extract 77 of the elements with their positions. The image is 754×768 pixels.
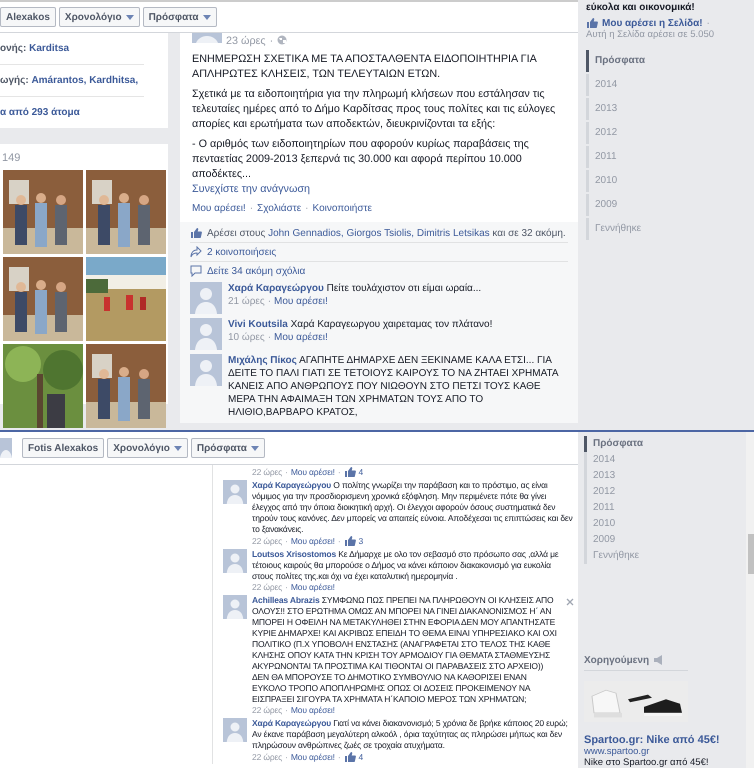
comment-time: 22 ώρες: [252, 705, 282, 716]
shares-link[interactable]: 2 κοινοποιήσεις: [207, 246, 276, 258]
separator: ·: [338, 466, 340, 478]
page-likes-text: Αυτή η Σελίδα αρέσει σε 5.050: [586, 29, 716, 40]
separator: ·: [285, 752, 288, 762]
comment-text: Loutsos Xrisostomos Κε Δήμαρχε με ολο τον σεβασμό στο πρόσωπο σας ,αλλά με τέτοιους καιρούς θα μπορούσε ο Δήμος να κάνει κάποιον διακακονισμό για ευκολία στους πολίτες της.και όχι να έχει καταλυτική ημερομηνία .: [252, 549, 560, 582]
separator: ·: [305, 203, 309, 214]
like-link[interactable]: Μου αρέσει!: [290, 705, 335, 716]
separator: ·: [285, 536, 288, 546]
comment-text: Achilleas Abrazis ΣΥΜΦΩΝΩ ΠΩΣ ΠΡΕΠΕΙ ΝΑ ΠΛΗΡΩΘΟΥΝ ΟΙ ΚΛΗΣΕΙΣ ΑΠΟ ΟΛΟΥΣ!! ΣΤΟ ΕΡΩΤΗΜΑ ΟΜΩΣ ΑΝ ΜΠΟΡΕΙ ΝΑ ΓΙΝΕΙ ΔΙΑΚΑΝΟΝΙΣΜΟΣ Η΄ ΑΝ ΜΠΟΡΕΙ Η ΟΦΕΙΛΗ ΝΑ ΜΕΤΑΚΥΛΗΘΕΙ ΣΤΗΝ ΕΦΟΡΙΑ ΔΕΝ ΜΟΥ ΑΠΑΝΤΗΣΑΤΕ ΚΥΡΙΕ ΔΗΜΑΡΧΕ! ΚΑΙ ΑΚΡΙΒΩΣ ΕΠΕΙΔΗ ΤΟ ΘΕΜΑ ΕΙΝΑΙ ΥΠΗΡΕΣΙΑΚΟ ΚΑΙ ΟΧΙ ΠΟΛΙΤΙΚΟ (Π.Χ ΥΠΟΒΟΛΗ ΕΝΣΤΑΣΗΣ (ΑΝΑΓΡΑΦΕΤΑΙ ΣΤΟ ΤΕΛΟΣ ΤΗΣ ΚΑΘΕ ΚΛΗΣΗΣ ΟΠΟΥ ΚΑΤΑ ΤΗΝ ΚΡΙΣΗ ΤΟΥ ΑΡΜΟΔΙΟΥ ΓΙΑ ΘΕΜΑΤΑ ΣΤΑΘΜΕΥΣΗΣ ΑΚΥΡΩΝΟΝΤΑΙ ΤΑ ΠΡΟΣΤΙΜΑ ΚΑΙ ΤΙΘΟΝΤΑΙ ΟΙ ΠΑΡΑΒΑΣΕΙΣ ΣΤΟ ΑΡΧΕΙΟ)) ΔΕΝ ΘΑ ΜΠΟΡΟΥΣΕ ΤΟ ΔΗΜΟΤΙΚΟ ΣΥΜΒΟΥΛΙΟ ΝΑ ΚΑΘΟΡΙΣΕΙ ΕΝΑΝ ΕΥΚΟΛΟ ΤΡΟΠΟ ΑΠΟΠΛΗΡΩΜΗΣ ΟΠΩΣ ΟΙ ΔΟΣΕΙΣ ΠΡΟΚΕΙΜΕΝΟΥ ΝΑ ΕΙΣΠΡΑΞΕΙ ΣΙΓΟΥΡΑ ΤΑ ΧΡΗΜΑΤΑ Η΄ΚΑΠΟΙΟ ΜΕΡΟΣ ΤΩΝ ΧΡΗΜΑΤΩΝ;: [252, 595, 558, 705]
likes-text: Αρέσει στους John Gennadios, Giorgos Tsiolis, Dimitris Letsikas και σε 32 ακόμη.: [207, 228, 566, 238]
dropdown-button[interactable]: Πρόσφατα: [190, 438, 265, 458]
comment-text: Χαρά Καραγεώργου Πείτε τουλάχιστον οτι είμαι ωραία...: [228, 282, 482, 295]
comment-time: 22 ώρες: [252, 536, 282, 546]
like-link[interactable]: Μου αρέσει!: [290, 536, 335, 546]
author-link[interactable]: Χαρά Καραγεώργου: [252, 480, 332, 490]
more-comments-link[interactable]: Δείτε 34 ακόμη σχόλια: [207, 266, 306, 276]
comment-time: 22 ώρες: [252, 582, 282, 593]
about-link[interactable]: α από 293 άτομα: [0, 107, 80, 118]
post-text: - Ο αριθμός των ειδοποιητηρίων που αφορούν κυρίως παραβάσεις της πενταετίας 2009-2013 ξεπερνά τις 30.000 και αφορά περίπου 10.000 αποδέκτες...: [192, 137, 530, 182]
ad-title-link[interactable]: Spartoo.gr: Nike από 45€!: [584, 734, 746, 746]
comment-time: 22 ώρες: [252, 466, 282, 478]
dropdown-button[interactable]: Πρόσφατα: [142, 7, 217, 27]
action-link[interactable]: Μου αρέσει!: [192, 203, 246, 214]
separator: ·: [270, 35, 274, 47]
comment-text: Χαρά Καραγεώργου Γιατί να κάνει διακανονισμό; 5 χρόνια δε βρήκε κάποιος 20 ευρώ; Αν έκανε παράβαση μεγαλύτερη αλκοόλ , όρια ταχύτητας ας πληρώσει μήπως και δεν πληρώσουν ανθρώπινες ζωές σε τροχαία ατυχήματα.: [252, 718, 569, 751]
author-link[interactable]: Vivi Koutsila: [228, 319, 288, 330]
like-link[interactable]: Μου αρέσει!: [290, 752, 335, 762]
comment-text: Χαρά Καραγεώργου Ο πολίτης γνωρίζει την παράβαση και το πρόστιμο, ας είναι νόμιμος για την προσδιορισμενη χρονικά εξόφληση. Μην περιμένετε πότε θα γίνει έλεγχος από την όποια διοικητική αρχή. Οι έλεγχοι αφορούν όσους συστηματικά δεν τηρούν τους κανόνες. Δεν μπορείς να απαιτείς εύνοια. Αποδέχεσαι τις επιπτώσεις και δεν το ξανακάνεις.: [252, 480, 574, 535]
profile-name-button[interactable]: Alexakos: [0, 7, 56, 27]
author-link[interactable]: Μιχάλης Πίκος: [228, 355, 297, 366]
post-text: Σχετικά με τα ειδοποιητήρια για την πληρωμή κλήσεων που εστάλησαν τις τελευταίες ημέρες από το Δήμο Καρδίτσας προς τους πολίτες και τις εύλογες απορίες και ερωτήματα των αποδεκτών, διευκρινίζονται τα εξής:: [192, 87, 556, 132]
ad-url-link[interactable]: www.spartoo.gr: [584, 746, 746, 757]
author-link[interactable]: Χαρά Καραγεώργου: [252, 718, 332, 728]
dropdown-button[interactable]: Χρονολόγιο: [107, 438, 188, 458]
names-link[interactable]: John Gennadios, Giorgos Tsiolis, Dimitris Letsikas: [268, 228, 490, 238]
separator: ·: [268, 295, 272, 308]
action-link[interactable]: Σχολιάστε: [257, 203, 302, 214]
about-label: ωγής:: [0, 75, 29, 86]
separator: ·: [285, 466, 288, 478]
like-count: 3: [358, 536, 364, 546]
comment-text: Μιχάλης Πίκος ΑΓΑΠΗΤΕ ΔΗΜΑΡΧΕ ΔΕΝ ΞΕΚΙΝΑΜΕ ΚΑΛΑ ΕΤΣΙ... ΓΙΑ ΔΕΙΤΕ ΤΟ ΠΑΛΙ ΓΙΑΤΙ ΣΕ ΤΕΤΟΙΟΥΣ ΚΑΙΡΟΥΣ ΤΟ ΝΑ ΖΗΤΑΕΙ ΧΡΗΜΑΤΑ ΚΑΝΕΙΣ ΑΠΟ ΑΝΘΡΩΠΟΥΣ ΠΟΥ ΝΙΩΘΟΥΝ ΣΤΟ ΠΕΤΣΙ ΤΟΥΣ ΚΑΘΕ ΜΕΡΑ ΤΗΝ ΑΦΑΙΜΑΞΗ ΤΩΝ ΧΡΗΜΑΤΩΝ ΤΟΥΣ ΑΠΟ ΤΟ ΗΛΙΘΙΟ,ΒΑΡΒΑΡΟ ΚΡΑΤΟΣ,: [228, 354, 560, 419]
like-link[interactable]: Μου αρέσει!: [274, 295, 328, 308]
like-page-link[interactable]: Μου αρέσει η Σελίδα!: [602, 18, 703, 28]
dropdown-button[interactable]: Χρονολόγιο: [58, 7, 140, 27]
separator: ·: [268, 331, 272, 344]
like-link[interactable]: Μου αρέσει!: [290, 466, 335, 478]
promo-text: εύκολα και οικονομικά!: [586, 2, 696, 13]
separator: ·: [250, 203, 254, 214]
separator: ·: [285, 582, 288, 593]
comment-time: 21 ώρες: [228, 295, 265, 308]
separator: ·: [706, 18, 710, 28]
photo-count: 149: [1, 151, 22, 166]
author-link[interactable]: Χαρά Καραγεώργου: [228, 283, 324, 294]
separator: ·: [338, 752, 340, 762]
separator: ·: [338, 536, 340, 546]
comment-text: Vivi Koutsila Χαρά Καραγεωργου χαιρεταμας τον πλάτανο!: [228, 318, 494, 331]
profile-name-button[interactable]: Fotis Alexakos: [22, 438, 104, 458]
sponsored-heading: Χορηγούμενη: [584, 654, 650, 666]
comment-time: 10 ώρες: [228, 331, 265, 344]
post-time: 23 ώρες: [226, 35, 266, 47]
like-link[interactable]: Μου αρέσει!: [290, 582, 335, 593]
action-link[interactable]: Κοινοποιήστε: [312, 203, 372, 214]
author-link[interactable]: Achilleas Abrazis: [252, 595, 320, 605]
ad-text: Nike στο Spartoo.gr από 45€!: [584, 757, 710, 768]
about-label: ονής:: [0, 43, 26, 54]
like-count: 4: [358, 752, 364, 762]
comment-time: 22 ώρες: [252, 752, 282, 762]
author-link[interactable]: Loutsos Xrisostomos: [252, 549, 336, 559]
like-count: 4: [358, 466, 364, 478]
about-link[interactable]: Amárantos, Kardhitsa,: [31, 75, 138, 86]
like-link[interactable]: Μου αρέσει!: [274, 331, 328, 344]
separator: ·: [285, 705, 288, 716]
read-more-link[interactable]: Συνεχίστε την ανάγνωση: [192, 182, 570, 197]
about-link[interactable]: Karditsa: [29, 43, 70, 54]
post-title: ΕΝΗΜΕΡΩΣΗ ΣΧΕΤΙΚΑ ΜΕ ΤΑ ΑΠΟΣΤΑΛΘΕΝΤΑ ΕΙΔΟΠΟΙΗΤΗΡΙΑ ΓΙΑ ΑΠΛΗΡΩΤΕΣ ΚΛΗΣΕΙΣ, ΤΩΝ ΤΕΛΕΥΤΑΙΩΝ ΕΤΩΝ.: [192, 52, 538, 82]
timeline-item[interactable]: Πρόσφατα: [586, 50, 754, 72]
